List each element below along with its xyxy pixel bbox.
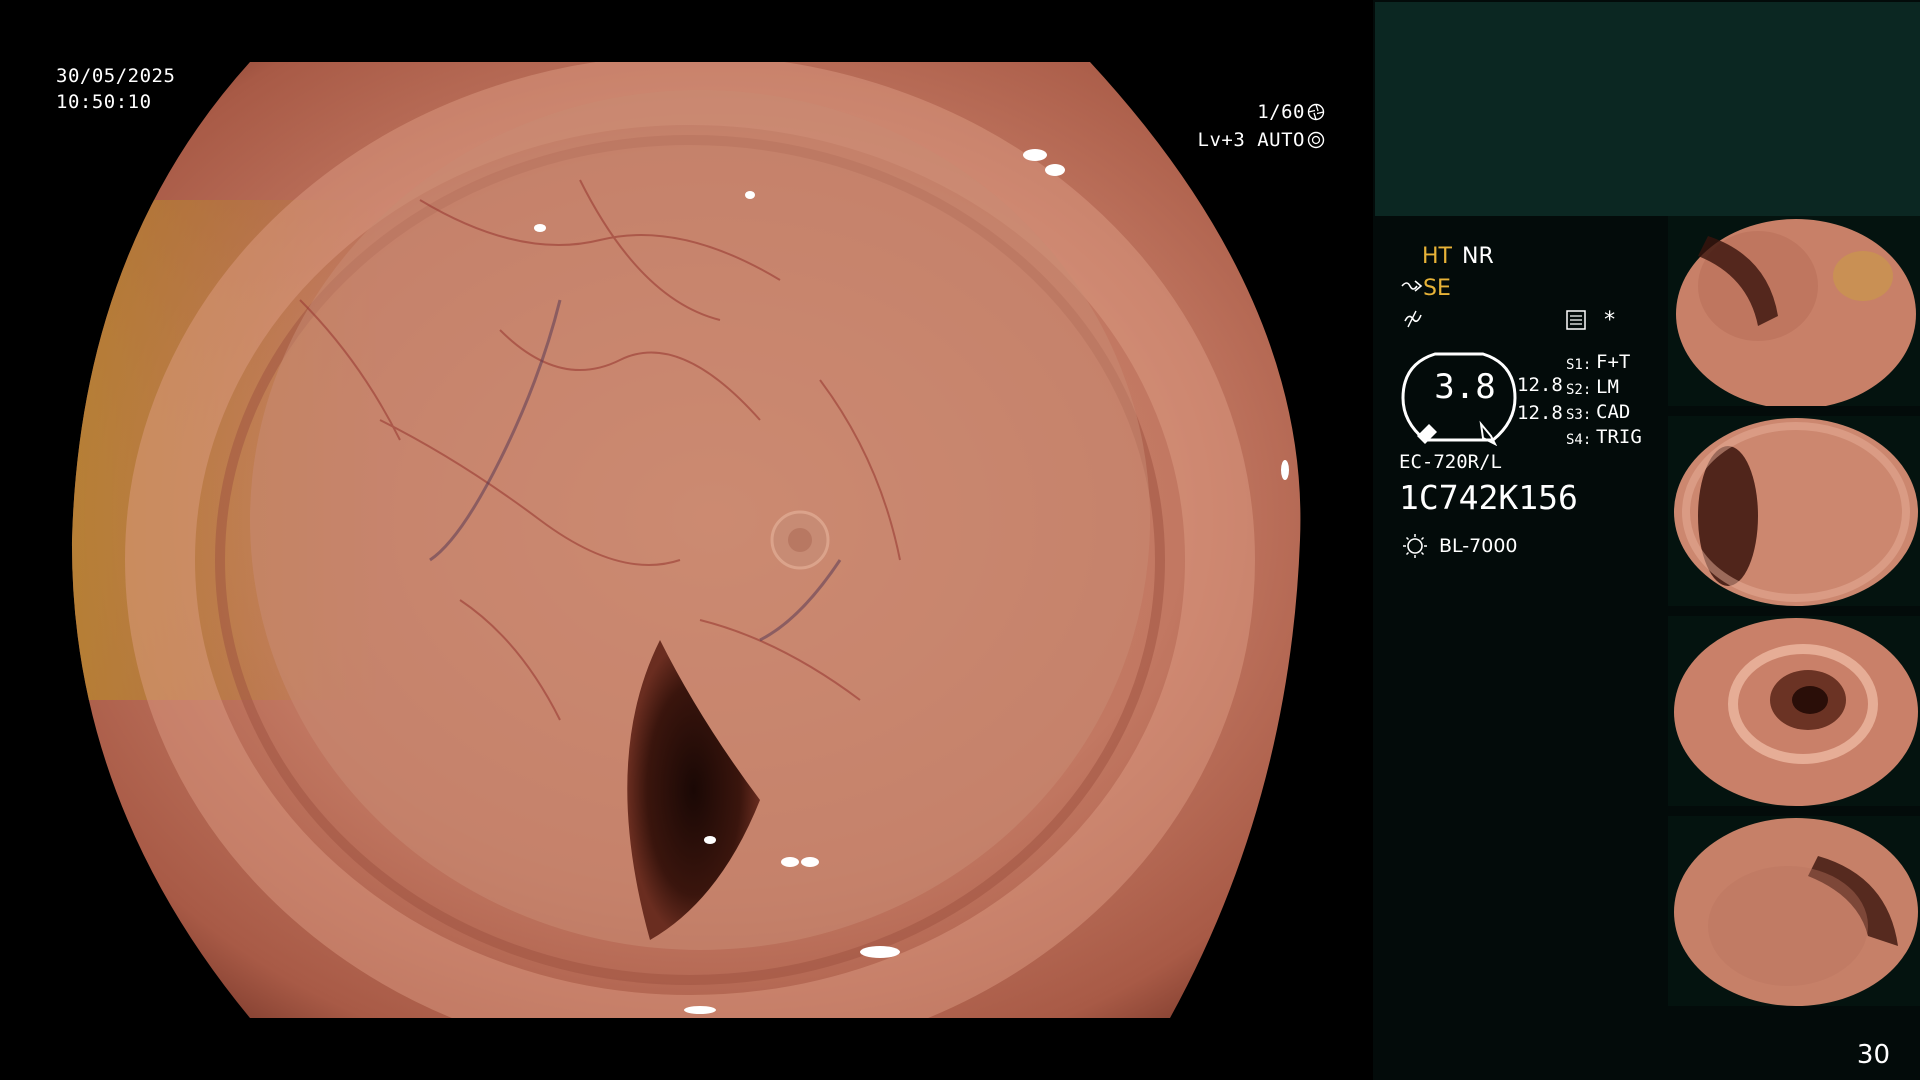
shutter-speed-value: 1/60 xyxy=(1257,101,1305,123)
endoscope-view: 30/05/2025 10:50:10 1/60 Lv+3 AUTO xyxy=(0,0,1373,1080)
captured-image-thumbnail[interactable] xyxy=(1668,216,1920,406)
endoscopic-image xyxy=(71,62,1301,1018)
exam-time: 10:50:10 xyxy=(56,91,152,113)
shutter-speed: 1/60 xyxy=(1257,98,1325,126)
ht-indicator: HT xyxy=(1422,244,1452,269)
captured-image-thumbnail[interactable] xyxy=(1668,416,1920,606)
value-b: 12.8 xyxy=(1517,402,1563,424)
waveform-icon xyxy=(1404,310,1422,328)
scope-serial: 1C742K156 xyxy=(1399,478,1578,517)
exam-date: 30/05/2025 xyxy=(56,65,176,87)
shutter-icon xyxy=(1307,103,1325,121)
exposure-level: Lv+3 AUTO xyxy=(1198,126,1325,154)
thumbnail-image xyxy=(1674,818,1918,1006)
switch-1-value: F+T xyxy=(1596,351,1631,373)
nr-indicator: NR xyxy=(1462,244,1494,269)
switch-4-label: S4: xyxy=(1566,432,1592,448)
switch-3-label: S3: xyxy=(1566,407,1592,423)
thumbnail-image xyxy=(1676,219,1916,406)
captured-image-thumbnail[interactable] xyxy=(1668,816,1920,1006)
panel-header-area xyxy=(1375,2,1920,216)
switch-3-value: CAD xyxy=(1596,401,1631,423)
exposure-level-value: Lv+3 AUTO xyxy=(1197,129,1305,151)
scope-model: EC-720R/L xyxy=(1399,451,1502,473)
se-indicator: SE xyxy=(1423,276,1451,301)
light-source-icon xyxy=(1403,534,1427,558)
light-source-model: BL-7000 xyxy=(1439,535,1518,557)
page-number: 30 xyxy=(1856,1040,1890,1070)
thumbnail-image xyxy=(1674,618,1918,806)
switch-2-value: LM xyxy=(1596,376,1619,398)
iris-icon xyxy=(1307,131,1325,149)
switch-1-label: S1: xyxy=(1566,357,1592,373)
switch-2-label: S2: xyxy=(1566,382,1592,398)
enhancement-icon xyxy=(1401,280,1423,292)
value-a: 12.8 xyxy=(1517,374,1563,396)
gauge-value: 3.8 xyxy=(1434,367,1496,407)
thumbnail-image xyxy=(1674,418,1918,606)
captured-image-thumbnail[interactable] xyxy=(1668,616,1920,806)
switch-4-value: TRIG xyxy=(1596,426,1642,448)
memory-icon xyxy=(1566,310,1586,330)
star-indicator: * xyxy=(1603,308,1617,333)
